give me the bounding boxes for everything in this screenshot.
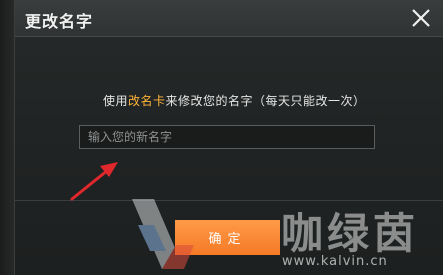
rename-dialog: 更改名字 使用改名卡来修改您的名字（每天只能改一次） 确定: [14, 0, 443, 275]
dialog-title: 更改名字: [25, 12, 94, 31]
new-name-input[interactable]: [79, 125, 375, 149]
prompt-text-after: 来修改您的名字（每天只能改一次）: [165, 94, 366, 108]
rename-instructions: 使用改名卡来修改您的名字（每天只能改一次）: [103, 92, 366, 109]
dialog-titlebar: 更改名字: [15, 0, 443, 37]
confirm-button[interactable]: 确定: [175, 220, 280, 255]
prompt-text-before: 使用: [103, 94, 129, 108]
close-icon[interactable]: [410, 7, 432, 29]
dialog-divider: [15, 200, 443, 201]
rename-card-label: 改名卡: [128, 94, 166, 108]
